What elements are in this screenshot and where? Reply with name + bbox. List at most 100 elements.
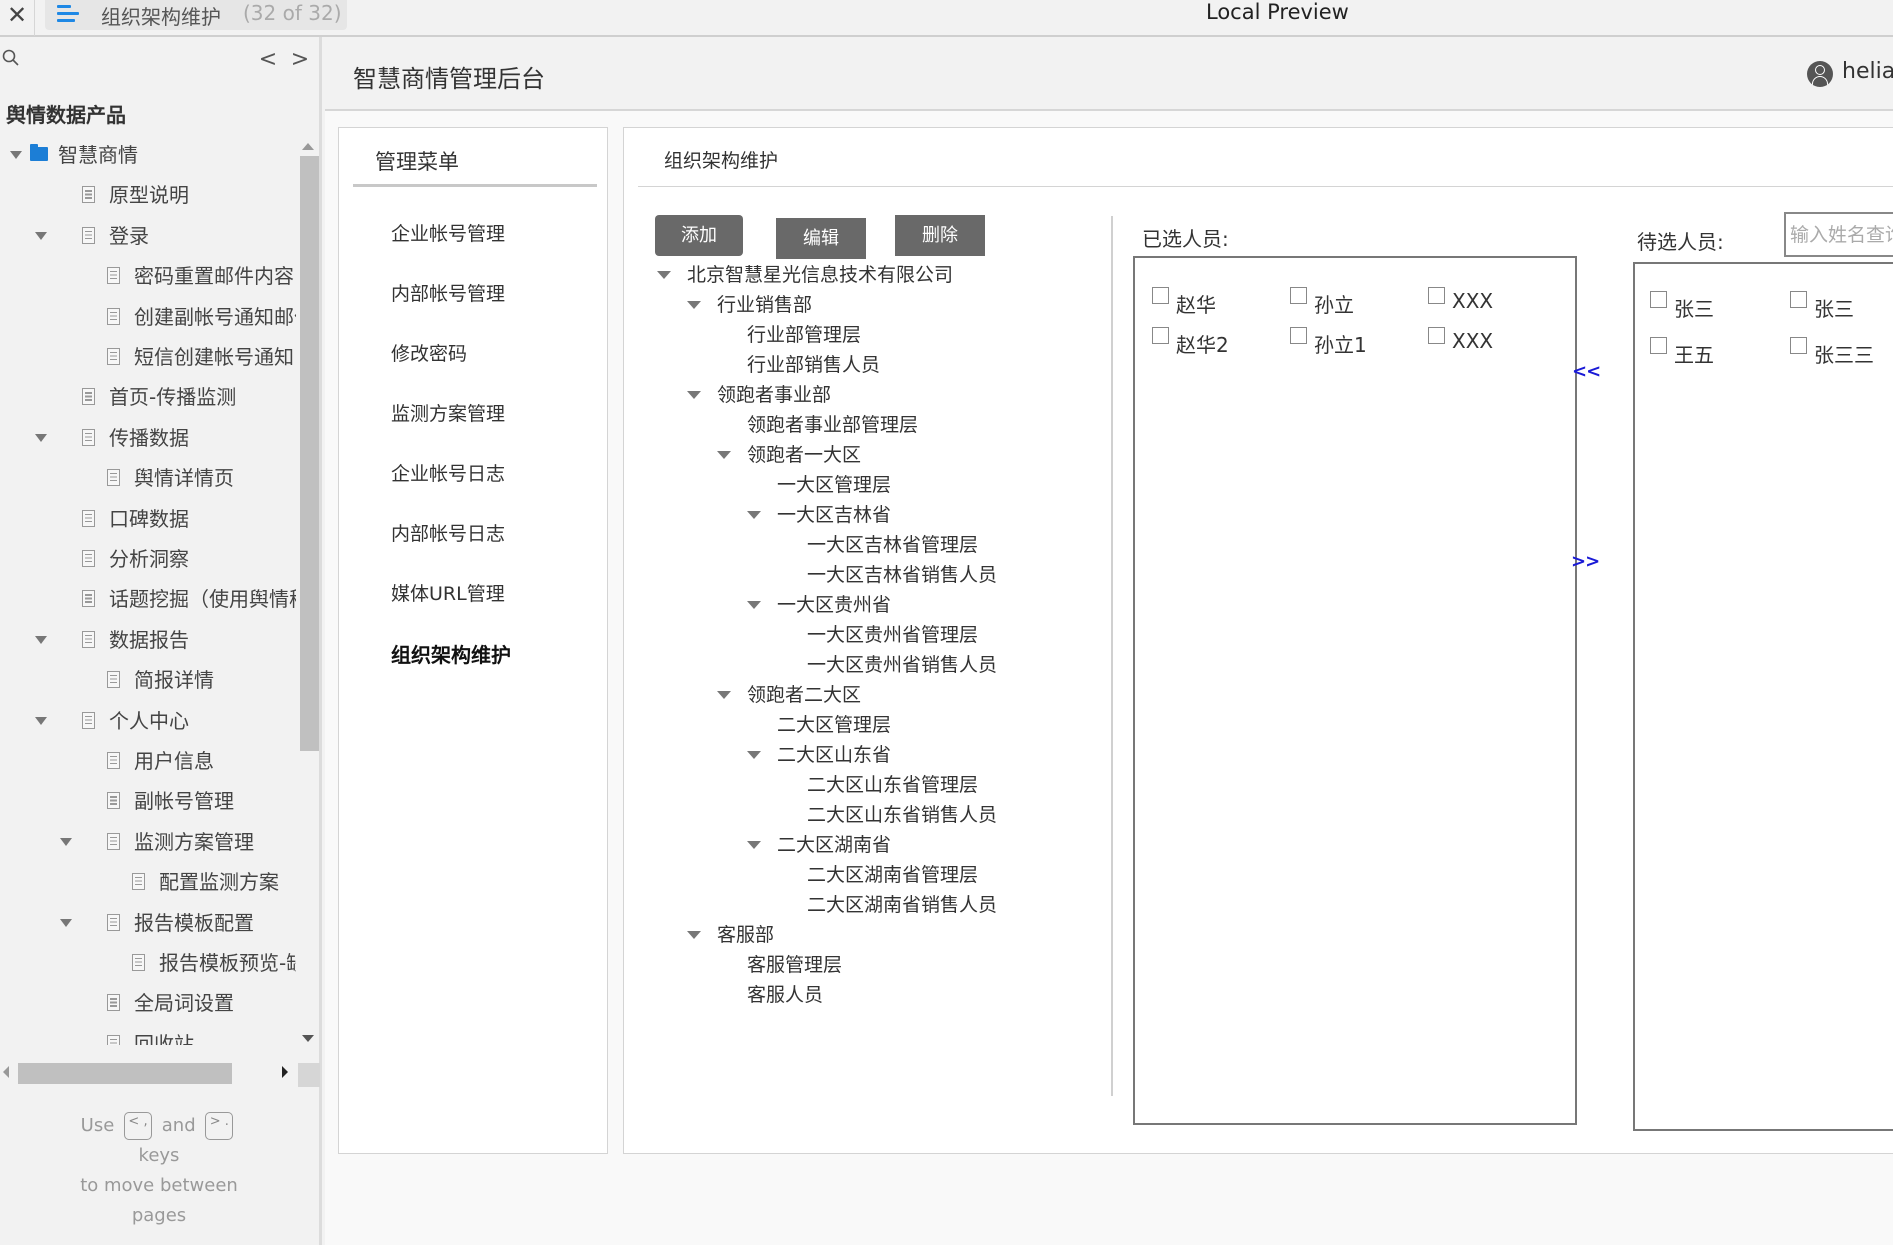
- org-tree-node[interactable]: 二大区湖南省管理层: [624, 860, 1104, 890]
- expand-caret-icon[interactable]: [35, 716, 47, 725]
- sidebar-item[interactable]: 话题挖掘（使用舆情秘书: [0, 579, 296, 619]
- org-tree-node[interactable]: 二大区湖南省销售人员: [624, 890, 1104, 920]
- previous-page-button[interactable]: <: [258, 47, 278, 72]
- close-icon[interactable]: ✕: [4, 0, 30, 34]
- org-tree-node[interactable]: 二大区管理层: [624, 710, 1104, 740]
- menu-item[interactable]: 组织架构维护: [391, 639, 511, 668]
- sidebar-item[interactable]: 副帐号管理: [0, 781, 296, 821]
- expand-caret-icon[interactable]: [10, 151, 22, 159]
- scroll-right-arrow-icon[interactable]: [282, 1066, 288, 1078]
- delete-button[interactable]: 删除: [895, 215, 985, 256]
- sidebar-item[interactable]: 回收站: [0, 1024, 296, 1045]
- org-tree-node[interactable]: 二大区山东省管理层: [624, 770, 1104, 800]
- org-tree-node[interactable]: 二大区山东省: [624, 740, 1104, 770]
- move-right-button[interactable]: >>: [1571, 551, 1600, 572]
- org-tree-node[interactable]: 一大区贵州省销售人员: [624, 650, 1104, 680]
- menu-item[interactable]: 企业帐号管理: [391, 219, 505, 246]
- org-tree-node[interactable]: 领跑者一大区: [624, 440, 1104, 470]
- expand-caret-icon[interactable]: [747, 841, 761, 849]
- checkbox[interactable]: [1790, 291, 1807, 308]
- org-tree-node[interactable]: 一大区吉林省管理层: [624, 530, 1104, 560]
- checkbox[interactable]: [1650, 291, 1667, 308]
- sidebar-item[interactable]: 全局词设置: [0, 983, 296, 1023]
- sidebar-item[interactable]: 报告模板配置: [0, 903, 296, 943]
- org-tree-node[interactable]: 一大区管理层: [624, 470, 1104, 500]
- org-tree-node[interactable]: 二大区湖南省: [624, 830, 1104, 860]
- expand-caret-icon[interactable]: [35, 635, 47, 644]
- expand-caret-icon[interactable]: [687, 391, 701, 399]
- expand-caret-icon[interactable]: [747, 511, 761, 519]
- menu-item[interactable]: 内部帐号管理: [391, 279, 505, 306]
- sidebar-item[interactable]: 用户信息: [0, 741, 296, 781]
- menu-item[interactable]: 企业帐号日志: [391, 459, 505, 486]
- org-tree-node[interactable]: 一大区贵州省: [624, 590, 1104, 620]
- sidebar-horizontal-scrollbar[interactable]: [0, 1061, 320, 1087]
- checkbox[interactable]: [1152, 287, 1169, 304]
- edit-button[interactable]: 编辑: [776, 218, 866, 259]
- checkbox[interactable]: [1790, 337, 1807, 354]
- sidebar-item[interactable]: 监测方案管理: [0, 822, 296, 862]
- sidebar-item[interactable]: 密码重置邮件内容: [0, 256, 296, 296]
- checkbox[interactable]: [1152, 327, 1169, 344]
- sidebar-item[interactable]: 短信创建帐号通知: [0, 337, 296, 377]
- sidebar-item[interactable]: 舆情详情页: [0, 458, 296, 498]
- sidebar-item[interactable]: 登录: [0, 216, 296, 256]
- sidebar-item[interactable]: 口碑数据: [0, 499, 296, 539]
- name-search-input[interactable]: [1784, 212, 1893, 257]
- sidebar-item[interactable]: 传播数据: [0, 418, 296, 458]
- next-page-button[interactable]: >: [290, 47, 310, 72]
- org-tree-node[interactable]: 领跑者事业部管理层: [624, 410, 1104, 440]
- org-tree-node[interactable]: 客服人员: [624, 980, 1104, 1010]
- move-left-button[interactable]: <<: [1572, 361, 1601, 382]
- org-tree-node[interactable]: 客服部: [624, 920, 1104, 950]
- scrollbar-thumb[interactable]: [18, 1063, 232, 1084]
- sidebar-item[interactable]: 创建副帐号通知邮件: [0, 297, 296, 337]
- scroll-down-arrow-icon[interactable]: [302, 1035, 314, 1042]
- sidebar-item[interactable]: 配置监测方案: [0, 862, 296, 902]
- sidebar-item[interactable]: 简报详情: [0, 660, 296, 700]
- checkbox[interactable]: [1290, 327, 1307, 344]
- expand-caret-icon[interactable]: [60, 918, 72, 927]
- checkbox[interactable]: [1428, 287, 1445, 304]
- org-tree-node[interactable]: 一大区吉林省销售人员: [624, 560, 1104, 590]
- expand-caret-icon[interactable]: [35, 433, 47, 442]
- menu-item[interactable]: 监测方案管理: [391, 399, 505, 426]
- sidebar-item[interactable]: 原型说明: [0, 175, 296, 215]
- expand-caret-icon[interactable]: [657, 271, 671, 279]
- scroll-up-arrow-icon[interactable]: [302, 143, 314, 150]
- add-button[interactable]: 添加: [655, 215, 743, 256]
- expand-caret-icon[interactable]: [747, 751, 761, 759]
- org-tree-node[interactable]: 行业销售部: [624, 290, 1104, 320]
- checkbox[interactable]: [1290, 287, 1307, 304]
- expand-caret-icon[interactable]: [687, 301, 701, 309]
- expand-caret-icon[interactable]: [687, 931, 701, 939]
- org-tree-node[interactable]: 行业部销售人员: [624, 350, 1104, 380]
- expand-caret-icon[interactable]: [717, 451, 731, 459]
- menu-item[interactable]: 媒体URL管理: [391, 579, 505, 606]
- org-tree-node[interactable]: 客服管理层: [624, 950, 1104, 980]
- search-icon[interactable]: [2, 49, 20, 67]
- sidebar-item[interactable]: 分析洞察: [0, 539, 296, 579]
- scroll-left-arrow-icon[interactable]: [3, 1066, 9, 1078]
- expand-caret-icon[interactable]: [747, 601, 761, 609]
- menu-item[interactable]: 修改密码: [391, 339, 467, 366]
- scrollbar-thumb[interactable]: [300, 156, 319, 751]
- sidebar-item[interactable]: 首页-传播监测: [0, 377, 296, 417]
- checkbox[interactable]: [1650, 337, 1667, 354]
- expand-caret-icon[interactable]: [717, 691, 731, 699]
- sidebar-item[interactable]: 智慧商情: [0, 135, 296, 175]
- expand-caret-icon[interactable]: [35, 231, 47, 240]
- sidebar-vertical-scrollbar[interactable]: [298, 135, 319, 1055]
- expand-caret-icon[interactable]: [60, 837, 72, 846]
- org-tree-node[interactable]: 领跑者二大区: [624, 680, 1104, 710]
- org-tree-node[interactable]: 二大区山东省销售人员: [624, 800, 1104, 830]
- sidebar-item[interactable]: 个人中心: [0, 701, 296, 741]
- org-tree-node[interactable]: 一大区贵州省管理层: [624, 620, 1104, 650]
- hamburger-menu-icon[interactable]: [57, 5, 79, 23]
- org-tree-node[interactable]: 一大区吉林省: [624, 500, 1104, 530]
- org-tree-node[interactable]: 北京智慧星光信息技术有限公司: [624, 260, 1104, 290]
- org-tree-node[interactable]: 领跑者事业部: [624, 380, 1104, 410]
- menu-item[interactable]: 内部帐号日志: [391, 519, 505, 546]
- username[interactable]: helian: [1842, 59, 1893, 84]
- checkbox[interactable]: [1428, 327, 1445, 344]
